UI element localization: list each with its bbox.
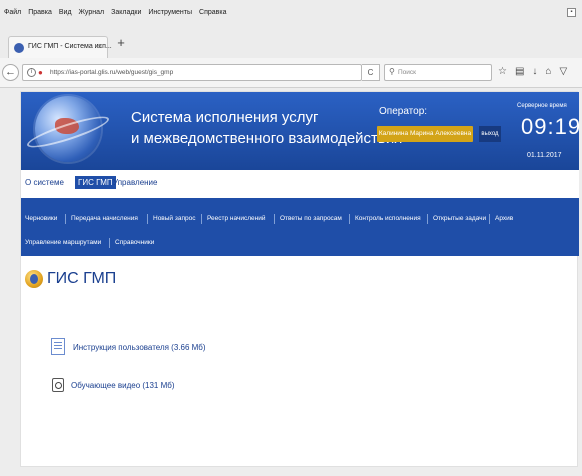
favicon-icon — [14, 43, 24, 53]
subnav-answers[interactable]: Ответы по запросам — [280, 215, 342, 222]
subnav-separator — [201, 214, 202, 224]
nav-gis-gmp[interactable]: ГИС ГМП — [75, 176, 116, 189]
server-date: 01.11.2017 — [527, 152, 562, 159]
url-text[interactable]: https://ias-portal.glis.ru/web/guest/gis… — [50, 69, 173, 76]
subnav-registry[interactable]: Реестр начислений — [207, 215, 266, 222]
subnav-control[interactable]: Контроль исполнения — [355, 215, 421, 222]
back-button[interactable]: ← — [2, 64, 19, 81]
menu-edit[interactable]: Правка — [28, 9, 52, 16]
site-title-line2: и межведомственного взаимодействия — [131, 130, 403, 147]
gis-gmp-coin-icon — [25, 270, 43, 288]
menu-file[interactable]: Файл — [4, 9, 21, 16]
subnav-separator — [65, 214, 66, 224]
site-title-line1: Система исполнения услуг — [131, 109, 319, 126]
menu-view[interactable]: Вид — [59, 9, 72, 16]
home-icon[interactable]: ⌂ — [545, 66, 551, 77]
operator-name[interactable]: Калинина Марина Алексеевна — [377, 126, 473, 142]
menu-tools[interactable]: Инструменты — [148, 9, 192, 16]
training-video-link[interactable]: Обучающее видео (131 Мб) — [71, 381, 175, 390]
server-time-label: Серверное время — [517, 103, 567, 109]
user-manual-link[interactable]: Инструкция пользователя (3.66 Мб) — [73, 343, 206, 352]
toolbar-icons: ☆ ▤ ↓ ⌂ ▽ — [498, 66, 567, 77]
top-navigation: О системе ГИС ГМП Управление — [21, 170, 579, 198]
browser-navbar: ← i ● https://ias-portal.glis.ru/web/gue… — [0, 58, 582, 88]
video-file-icon[interactable] — [52, 378, 64, 392]
download-icon[interactable]: ↓ — [532, 66, 537, 77]
tab-close-icon[interactable]: × — [97, 42, 102, 51]
menu-help[interactable]: Справка — [199, 9, 226, 16]
menu-history[interactable]: Журнал — [79, 9, 105, 16]
subnav-separator — [109, 238, 110, 248]
browser-menubar: Файл Правка Вид Журнал Закладки Инструме… — [0, 0, 582, 28]
site-banner: Система исполнения услуг и межведомствен… — [21, 92, 579, 170]
subnav-archive[interactable]: Архив — [495, 215, 513, 222]
nav-management[interactable]: Управление — [113, 178, 157, 187]
star-icon[interactable]: ☆ — [498, 66, 507, 77]
page-title: ГИС ГМП — [47, 270, 117, 287]
logout-button[interactable]: выход — [479, 126, 501, 142]
tab-strip: ГИС ГМП - Система исп... × + — [0, 28, 582, 58]
word-document-icon[interactable] — [51, 338, 65, 355]
play-icon — [55, 382, 62, 389]
operator-label: Оператор: — [379, 106, 428, 117]
subnav-open-tasks[interactable]: Открытые задачи — [433, 215, 486, 222]
globe-logo-icon — [24, 96, 112, 162]
subnav-new-request[interactable]: Новый запрос — [153, 215, 195, 222]
menu-items: Файл Правка Вид Журнал Закладки Инструме… — [4, 9, 227, 16]
subnav-reference[interactable]: Справочники — [115, 239, 154, 246]
info-icon[interactable]: i — [27, 68, 36, 77]
subnav-separator — [489, 214, 490, 224]
sub-navigation: Черновики Передача начисления Новый запр… — [21, 198, 579, 256]
menu-bookmarks[interactable]: Закладки — [111, 9, 141, 16]
window-close-icon[interactable]: ▪ — [567, 8, 576, 17]
new-tab-button[interactable]: + — [114, 36, 128, 50]
search-icon: ⚲ — [389, 67, 395, 76]
url-bar[interactable]: i ● https://ias-portal.glis.ru/web/guest… — [22, 64, 362, 81]
coin-emblem — [30, 274, 38, 284]
browser-tab[interactable]: ГИС ГМП - Система исп... × — [8, 36, 112, 58]
reload-icon[interactable]: C — [362, 64, 380, 81]
web-page: Система исполнения услуг и межведомствен… — [20, 91, 579, 467]
subnav-separator — [349, 214, 350, 224]
search-input[interactable]: ⚲ Поиск — [384, 64, 492, 81]
bookmarks-icon[interactable]: ▤ — [515, 66, 524, 77]
server-clock: 09:19 — [521, 114, 579, 139]
subnav-separator — [274, 214, 275, 224]
subnav-routes[interactable]: Управление маршрутами — [25, 239, 101, 246]
search-placeholder: Поиск — [398, 69, 417, 76]
lock-icon[interactable]: ● — [38, 68, 46, 77]
subnav-separator — [427, 214, 428, 224]
pocket-icon[interactable]: ▽ — [559, 66, 567, 77]
subnav-separator — [147, 214, 148, 224]
subnav-transfer[interactable]: Передача начисления — [71, 215, 138, 222]
subnav-drafts[interactable]: Черновики — [25, 215, 57, 222]
nav-about[interactable]: О системе — [25, 178, 64, 187]
